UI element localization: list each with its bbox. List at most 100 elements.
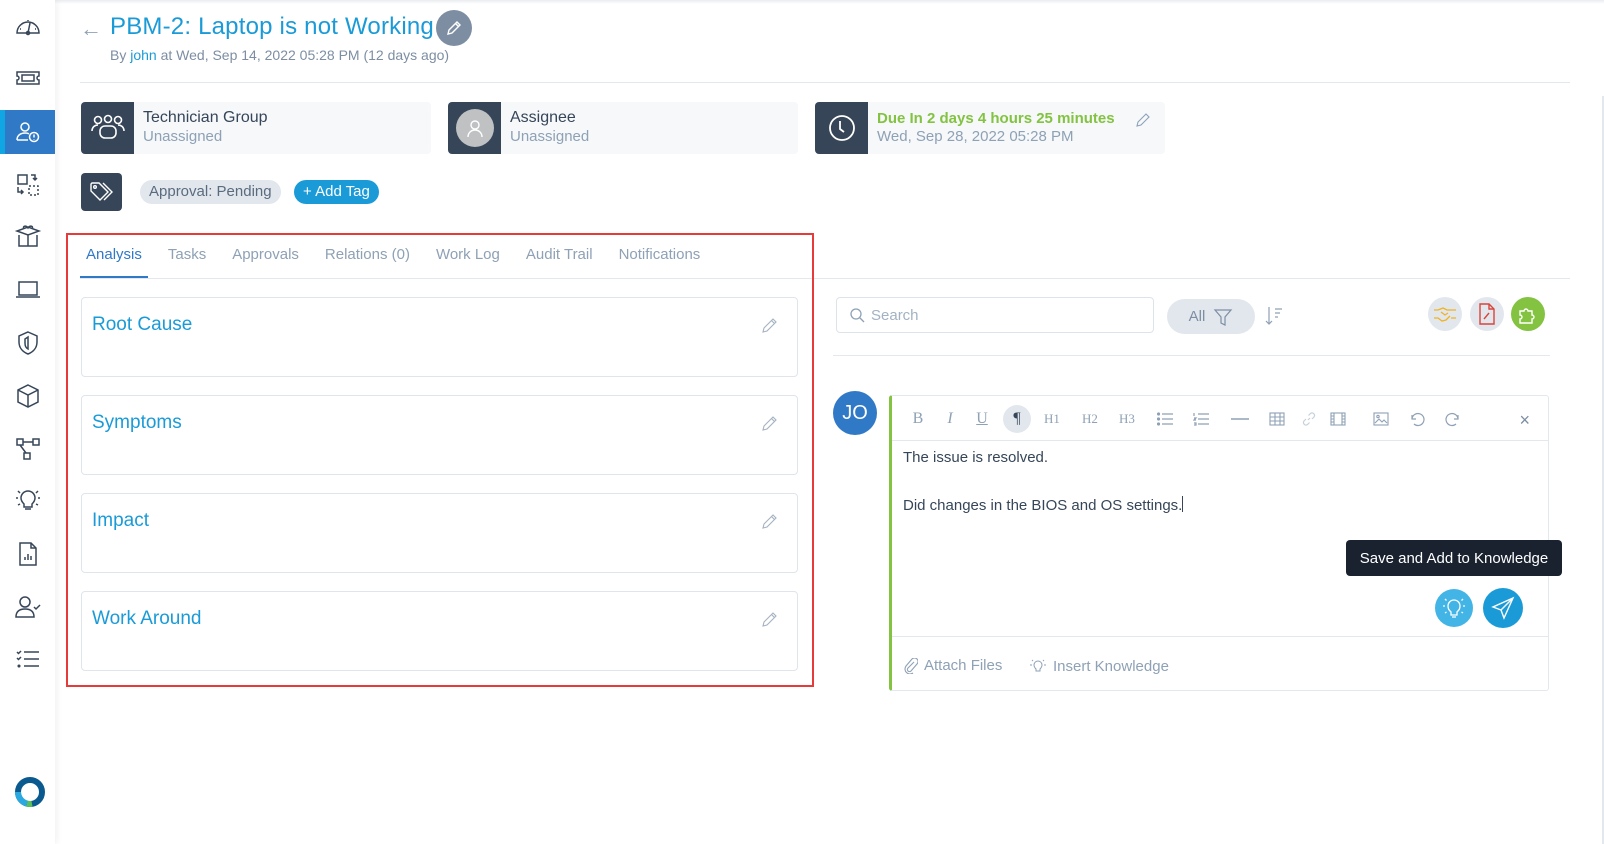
- attach-files-button[interactable]: Attach Files: [904, 657, 1002, 674]
- sidebar-item-security[interactable]: [0, 321, 55, 365]
- send-button[interactable]: [1483, 588, 1523, 628]
- due-date-card[interactable]: Due In 2 days 4 hours 25 minutes Wed, Se…: [815, 102, 1165, 154]
- gift-box-icon: [14, 225, 41, 247]
- horizontal-rule-button[interactable]: [1226, 405, 1254, 433]
- change-icon: [16, 174, 39, 196]
- technician-group-label: Technician Group: [143, 109, 268, 126]
- save-and-add-to-knowledge-button[interactable]: [1435, 589, 1473, 627]
- h2-button[interactable]: H2: [1076, 405, 1104, 433]
- tab-relations[interactable]: Relations (0): [319, 240, 416, 279]
- collaborate-button[interactable]: [1428, 297, 1462, 331]
- technician-group-card[interactable]: Technician Group Unassigned: [81, 102, 431, 154]
- italic-button[interactable]: I: [936, 405, 964, 433]
- link-button[interactable]: [1295, 405, 1323, 433]
- sidebar-item-requests[interactable]: [0, 56, 55, 100]
- bullet-list-button[interactable]: [1151, 405, 1179, 433]
- paragraph-button[interactable]: ¶: [1003, 405, 1031, 433]
- tab-audit-trail[interactable]: Audit Trail: [520, 240, 599, 279]
- section-title: Work Around: [92, 608, 202, 629]
- send-icon: [1491, 596, 1515, 620]
- tab-approvals[interactable]: Approvals: [226, 240, 305, 279]
- user-check-icon: [14, 596, 41, 618]
- tab-tasks[interactable]: Tasks: [162, 240, 212, 279]
- sidebar-item-knowledge[interactable]: [0, 478, 55, 522]
- group-icon-box: [81, 102, 134, 154]
- undo-button[interactable]: [1403, 405, 1431, 433]
- sidebar-item-assets[interactable]: [0, 268, 55, 312]
- tags-icon: [89, 182, 113, 201]
- export-pdf-button[interactable]: [1470, 297, 1504, 331]
- editor-line: [903, 470, 1523, 494]
- editor-toolbar: B I U ¶ H1 H2 H3 ×: [892, 396, 1548, 441]
- add-tag-button[interactable]: + Add Tag: [294, 180, 379, 204]
- search-icon: [850, 308, 865, 323]
- tag-approval-pending[interactable]: Approval: Pending: [140, 180, 281, 204]
- tab-notifications[interactable]: Notifications: [613, 240, 707, 279]
- search-input[interactable]: [871, 306, 1141, 324]
- bulb-icon: [1443, 598, 1465, 618]
- sort-icon[interactable]: [1264, 305, 1284, 332]
- bullet-list-icon: [1157, 412, 1173, 426]
- editor-content[interactable]: The issue is resolved. Did changes in th…: [903, 446, 1523, 518]
- assignee-card[interactable]: Assignee Unassigned: [448, 102, 798, 154]
- insert-knowledge-button[interactable]: Insert Knowledge: [1029, 657, 1169, 675]
- sidebar-item-changes[interactable]: [0, 163, 55, 207]
- search-field[interactable]: [836, 297, 1154, 333]
- h3-button[interactable]: H3: [1113, 405, 1141, 433]
- tab-bar: Analysis Tasks Approvals Relations (0) W…: [80, 240, 720, 280]
- sidebar-item-dashboard[interactable]: [0, 5, 55, 49]
- sidebar-item-reports[interactable]: [0, 532, 55, 576]
- speedometer-icon: [15, 20, 40, 36]
- group-icon: [90, 114, 125, 139]
- table-button[interactable]: [1263, 405, 1291, 433]
- bold-button[interactable]: B: [904, 405, 932, 433]
- redo-icon: [1445, 412, 1459, 427]
- back-arrow-icon[interactable]: ←: [80, 16, 102, 42]
- handshake-icon: [1434, 307, 1456, 322]
- tabs-divider: [80, 278, 1570, 279]
- horizontal-rule-icon: [1231, 418, 1249, 420]
- pdf-icon: [1479, 303, 1495, 325]
- video-button[interactable]: [1324, 405, 1352, 433]
- numbered-list-icon: [1193, 413, 1209, 426]
- due-in-label: Due In 2 days 4 hours 25 minutes: [877, 110, 1115, 127]
- clock-icon: [828, 115, 855, 141]
- app-logo-icon: [15, 777, 45, 807]
- section-title: Impact: [92, 510, 150, 531]
- sidebar-item-cmdb[interactable]: [0, 374, 55, 418]
- laptop-icon: [15, 281, 40, 298]
- editor-line: The issue is resolved.: [903, 449, 1049, 466]
- undo-icon: [1411, 412, 1425, 427]
- edit-due-date-pencil-icon[interactable]: [1135, 112, 1151, 133]
- image-button[interactable]: [1367, 405, 1395, 433]
- edit-work-around-pencil-icon[interactable]: [761, 610, 779, 633]
- filter-button[interactable]: All: [1167, 299, 1255, 334]
- edit-title-button[interactable]: [436, 10, 472, 46]
- sidebar-item-approvals[interactable]: [0, 585, 55, 629]
- author-link[interactable]: john: [130, 47, 156, 63]
- redo-button[interactable]: [1439, 405, 1467, 433]
- sidebar-item-problems[interactable]: [0, 110, 55, 154]
- sidebar-item-releases[interactable]: [0, 215, 55, 259]
- editor-line-last: Did changes in the BIOS and OS settings.: [903, 494, 1523, 518]
- clock-icon-box: [815, 102, 868, 154]
- tab-work-log[interactable]: Work Log: [430, 240, 506, 279]
- numbered-list-button[interactable]: [1187, 405, 1215, 433]
- edit-symptoms-pencil-icon[interactable]: [761, 414, 779, 437]
- sidebar-item-workflow[interactable]: [0, 427, 55, 471]
- section-work-around: Work Around: [81, 591, 798, 671]
- edit-root-cause-pencil-icon[interactable]: [761, 316, 779, 339]
- sidebar-item-tasks[interactable]: [0, 637, 55, 681]
- section-root-cause: Root Cause: [81, 297, 798, 377]
- tab-analysis[interactable]: Analysis: [80, 240, 148, 279]
- film-icon: [1330, 412, 1346, 426]
- underline-button[interactable]: U: [968, 405, 996, 433]
- funnel-icon: [1214, 308, 1233, 326]
- assignee-avatar: [455, 109, 494, 147]
- edit-impact-pencil-icon[interactable]: [761, 512, 779, 535]
- report-icon: [18, 542, 37, 566]
- close-editor-icon[interactable]: ×: [1519, 410, 1530, 431]
- integrations-button[interactable]: [1511, 297, 1545, 331]
- h1-button[interactable]: H1: [1038, 405, 1066, 433]
- table-icon: [1269, 412, 1285, 426]
